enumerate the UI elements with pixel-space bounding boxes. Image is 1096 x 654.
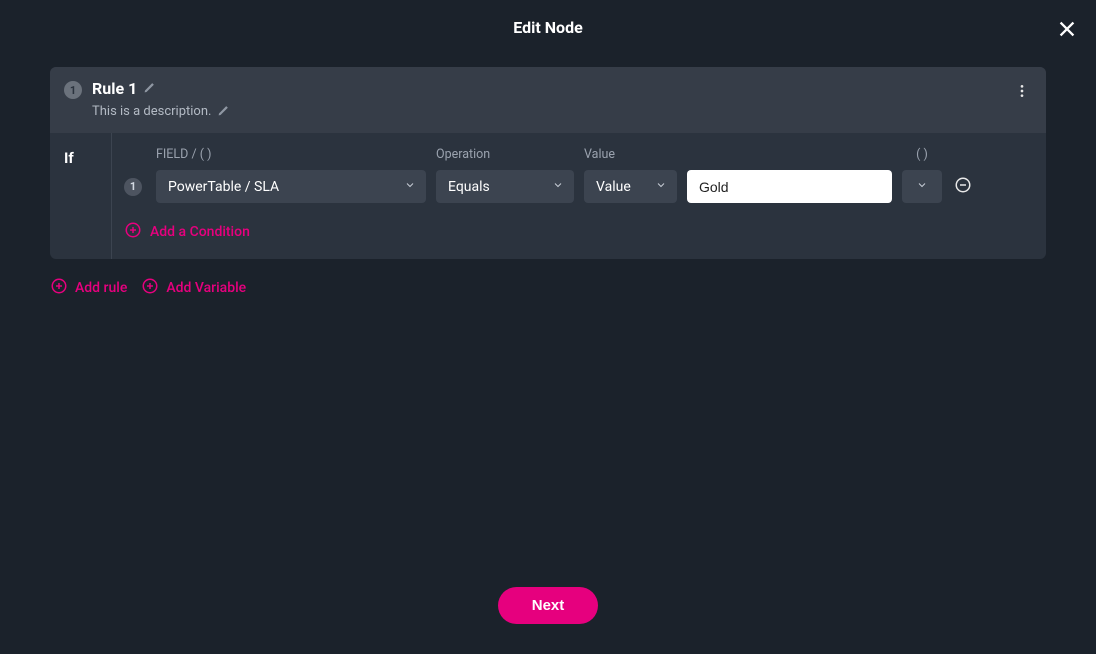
field-select[interactable]: PowerTable / SLA	[156, 170, 426, 203]
chevron-down-icon	[404, 179, 416, 195]
rule-number-badge: 1	[64, 81, 82, 99]
chevron-down-icon	[552, 179, 564, 195]
add-variable-label: Add Variable	[166, 280, 246, 296]
value-input[interactable]	[687, 170, 892, 203]
edit-title-button[interactable]	[143, 79, 156, 98]
modal-title: Edit Node	[0, 18, 1096, 37]
add-condition-label: Add a Condition	[150, 224, 250, 240]
modal-footer: Next	[0, 565, 1096, 654]
add-rule-label: Add rule	[75, 280, 127, 296]
rule-body: If FIELD / ( ) Operation Value ( ) 1 Pow…	[50, 133, 1046, 259]
close-button[interactable]	[1056, 18, 1078, 44]
header-paren: ( )	[902, 147, 942, 162]
rule-description: This is a description.	[92, 104, 211, 119]
header-field: FIELD / ( )	[156, 147, 426, 162]
paren-select[interactable]	[902, 170, 942, 203]
rule-title: Rule 1	[92, 79, 137, 98]
next-button-label: Next	[532, 597, 565, 614]
pencil-icon	[143, 79, 156, 98]
rule-title-wrap: Rule 1 This is a description.	[92, 79, 230, 121]
plus-circle-icon	[141, 277, 159, 299]
minus-circle-icon	[954, 179, 972, 198]
add-variable-button[interactable]: Add Variable	[141, 277, 246, 299]
field-select-value: PowerTable / SLA	[168, 179, 279, 195]
modal-content: 1 Rule 1 This is a description.	[0, 47, 1096, 565]
value-type-select-value: Value	[596, 179, 631, 195]
rule-header: 1 Rule 1 This is a description.	[50, 67, 1046, 133]
plus-circle-icon	[124, 221, 142, 243]
add-rule-button[interactable]: Add rule	[50, 277, 127, 299]
next-button[interactable]: Next	[498, 587, 599, 624]
conditions-column: FIELD / ( ) Operation Value ( ) 1 PowerT…	[112, 133, 1046, 259]
chevron-down-icon	[916, 179, 928, 195]
edit-node-modal: Edit Node 1 Rule 1	[0, 0, 1096, 654]
condition-headers: FIELD / ( ) Operation Value ( )	[124, 147, 1032, 162]
remove-condition-button[interactable]	[954, 176, 972, 198]
operation-select[interactable]: Equals	[436, 170, 574, 203]
header-operation: Operation	[436, 147, 574, 162]
more-vertical-icon	[1014, 84, 1030, 103]
header-value	[687, 147, 892, 162]
add-condition-button[interactable]: Add a Condition	[124, 221, 250, 243]
close-icon	[1056, 25, 1078, 44]
operation-select-value: Equals	[448, 179, 490, 195]
bottom-actions: Add rule Add Variable	[50, 277, 1046, 299]
pencil-icon	[217, 102, 230, 121]
if-label: If	[50, 133, 112, 259]
rule-card: 1 Rule 1 This is a description.	[50, 67, 1046, 259]
plus-circle-icon	[50, 277, 68, 299]
chevron-down-icon	[655, 179, 667, 195]
rule-more-button[interactable]	[1010, 79, 1034, 107]
modal-header: Edit Node	[0, 0, 1096, 47]
header-value-type: Value	[584, 147, 677, 162]
edit-description-button[interactable]	[217, 102, 230, 121]
condition-row-number: 1	[124, 178, 142, 196]
value-type-select[interactable]: Value	[584, 170, 677, 203]
condition-row: 1 PowerTable / SLA Equals	[124, 170, 1032, 203]
